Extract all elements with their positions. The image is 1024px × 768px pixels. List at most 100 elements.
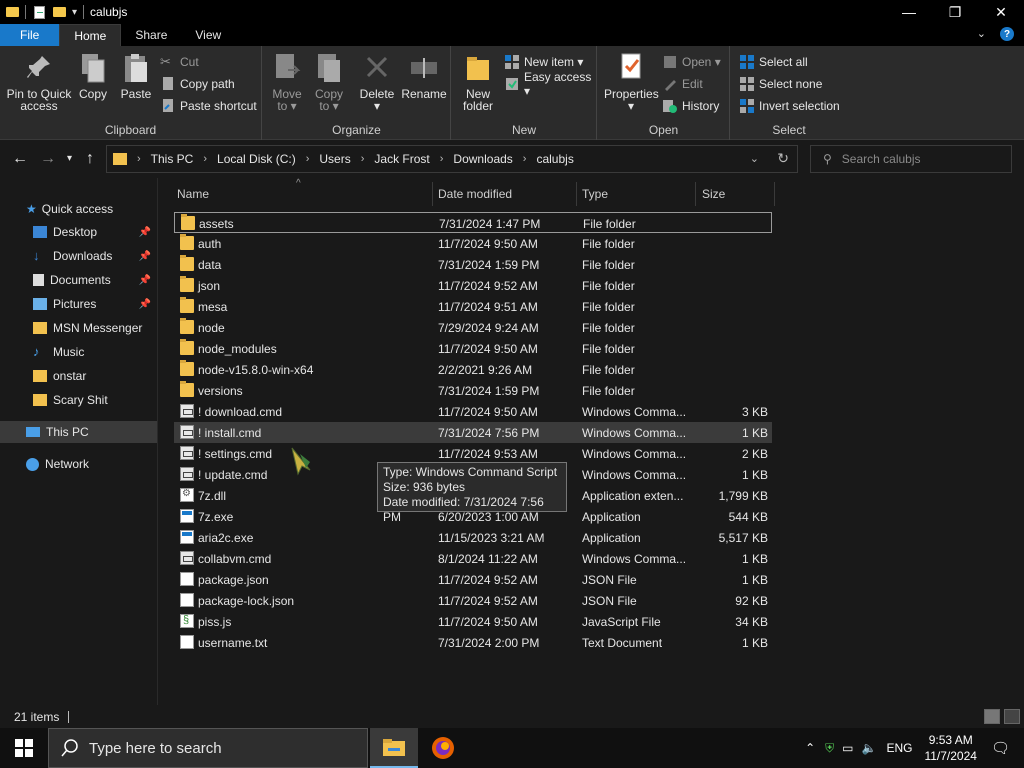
nav-item-desktop[interactable]: Desktop 📌 xyxy=(0,221,157,243)
table-row[interactable]: username.txt 7/31/2024 2:00 PM Text Docume… xyxy=(174,632,772,653)
edit-button[interactable]: Edit xyxy=(662,74,703,94)
table-row[interactable]: node 7/29/2024 9:24 AM File folder xyxy=(174,317,772,338)
show-hidden-icons-icon[interactable]: ⌃ xyxy=(805,741,815,755)
large-icons-view-button[interactable] xyxy=(1004,709,1020,724)
clock[interactable]: 9:53 AM 11/7/2024 xyxy=(924,732,977,764)
column-header-date[interactable]: Date modified xyxy=(438,178,576,210)
nav-item-downloads[interactable]: ↓ Downloads 📌 xyxy=(0,245,157,267)
table-row[interactable]: versions 7/31/2024 1:59 PM File folder xyxy=(174,380,772,401)
paste-button[interactable]: Paste xyxy=(118,52,154,100)
firefox-taskbar-button[interactable] xyxy=(419,728,467,768)
language-indicator[interactable]: ENG xyxy=(886,741,912,755)
table-row[interactable]: auth 11/7/2024 9:50 AM File folder xyxy=(174,233,772,254)
table-row[interactable]: aria2c.exe 11/15/2023 3:21 AM Application 5… xyxy=(174,527,772,548)
recent-locations-icon[interactable]: ▾ xyxy=(67,153,72,164)
tab-file[interactable]: File xyxy=(0,24,60,46)
column-header-type[interactable]: Type xyxy=(582,178,694,210)
search-input[interactable]: Search calubjs xyxy=(842,152,921,166)
nav-item-pictures[interactable]: Pictures 📌 xyxy=(0,293,157,315)
nav-item-music[interactable]: ♪ Music xyxy=(0,341,157,363)
table-row[interactable]: node-v15.8.0-win-x64 2/2/2021 9:26 AM File… xyxy=(174,359,772,380)
address-dropdown-icon[interactable]: ⌄ xyxy=(750,152,759,165)
breadcrumb-users[interactable]: Users xyxy=(319,152,350,166)
nav-quick-access[interactable]: ★ Quick access xyxy=(0,198,157,220)
table-row[interactable]: json 11/7/2024 9:52 AM File folder xyxy=(174,275,772,296)
refresh-icon[interactable]: ↻ xyxy=(777,150,789,167)
breadcrumb-this-pc[interactable]: This PC xyxy=(151,152,194,166)
new-item-button[interactable]: New item ▾ xyxy=(504,52,583,72)
network-tray-icon[interactable]: ▭ xyxy=(842,741,853,755)
notifications-icon[interactable]: 🗨 xyxy=(991,739,1010,757)
open-button[interactable]: Open ▾ xyxy=(662,52,721,72)
close-button[interactable]: ✕ xyxy=(978,0,1024,24)
tab-share[interactable]: Share xyxy=(121,24,181,46)
properties-button[interactable]: Properties ▾ xyxy=(604,52,659,112)
easy-access-button[interactable]: Easy access ▾ xyxy=(504,70,596,98)
nav-item-onstar[interactable]: onstar xyxy=(0,365,157,387)
pin-to-quick-access-button[interactable]: Pin to Quick access xyxy=(6,52,72,112)
paste-shortcut-button[interactable]: Paste shortcut xyxy=(160,96,257,116)
security-icon[interactable]: ⛨ xyxy=(825,741,834,756)
table-row[interactable]: ! install.cmd 7/31/2024 7:56 PM Windows Co… xyxy=(174,422,772,443)
details-view-button[interactable] xyxy=(984,709,1000,724)
breadcrumb-local-disk[interactable]: Local Disk (C:) xyxy=(217,152,296,166)
nav-item-scary-shit[interactable]: Scary Shit xyxy=(0,389,157,411)
chevron-down-icon[interactable]: ⌄ xyxy=(977,27,986,41)
chevron-right-icon[interactable]: › xyxy=(203,153,207,165)
help-icon[interactable]: ? xyxy=(1000,27,1014,41)
chevron-right-icon[interactable]: › xyxy=(361,153,365,165)
table-row[interactable]: package.json 11/7/2024 9:52 AM JSON File 1 … xyxy=(174,569,772,590)
cut-button[interactable]: ✂ Cut xyxy=(160,52,199,72)
column-header-name[interactable]: Name xyxy=(177,178,432,210)
customize-quick-access-icon[interactable]: ▾ xyxy=(72,7,77,18)
minimize-button[interactable]: — xyxy=(886,0,932,24)
breadcrumb-calubjs[interactable]: calubjs xyxy=(536,152,573,166)
nav-network[interactable]: Network xyxy=(0,453,157,475)
tab-view[interactable]: View xyxy=(181,24,235,46)
table-row[interactable]: mesa 11/7/2024 9:51 AM File folder xyxy=(174,296,772,317)
pin-icon[interactable]: 📌 xyxy=(139,251,151,262)
properties-quick-icon[interactable] xyxy=(34,5,45,19)
chevron-right-icon[interactable]: › xyxy=(306,153,310,165)
copy-path-button[interactable]: Copy path xyxy=(160,74,235,94)
forward-arrow-icon[interactable]: → xyxy=(40,150,56,168)
column-divider[interactable] xyxy=(576,182,577,206)
breadcrumb-downloads[interactable]: Downloads xyxy=(453,152,512,166)
column-divider[interactable] xyxy=(432,182,433,206)
copy-to-button[interactable]: Copy to ▾ xyxy=(311,52,347,112)
table-row[interactable]: ! settings.cmd 11/7/2024 9:53 AM Windows C… xyxy=(174,443,772,464)
table-row[interactable]: package-lock.json 11/7/2024 9:52 AM JSON F… xyxy=(174,590,772,611)
pin-icon[interactable]: 📌 xyxy=(139,299,151,310)
nav-this-pc[interactable]: This PC xyxy=(0,421,157,443)
taskbar-search-input[interactable]: Type here to search xyxy=(89,740,222,757)
new-folder-quick-icon[interactable] xyxy=(53,7,66,17)
nav-item-msn-messenger[interactable]: MSN Messenger xyxy=(0,317,157,339)
history-button[interactable]: History xyxy=(662,96,719,116)
back-arrow-icon[interactable]: ← xyxy=(12,150,28,168)
taskbar-search[interactable]: Type here to search xyxy=(48,728,368,768)
nav-item-documents[interactable]: Documents 📌 xyxy=(0,269,157,291)
address-bar[interactable]: › This PC › Local Disk (C:) › Users › Ja… xyxy=(106,145,798,173)
column-divider[interactable] xyxy=(774,182,775,206)
select-all-button[interactable]: Select all xyxy=(739,52,808,72)
select-none-button[interactable]: Select none xyxy=(739,74,822,94)
table-row[interactable]: node_modules 11/7/2024 9:50 AM File folder xyxy=(174,338,772,359)
tab-home[interactable]: Home xyxy=(59,24,122,46)
file-explorer-taskbar-button[interactable] xyxy=(370,728,418,768)
column-header-size[interactable]: Size xyxy=(702,178,772,210)
table-row[interactable]: piss.js 11/7/2024 9:50 AM JavaScript File 3… xyxy=(174,611,772,632)
chevron-right-icon[interactable]: › xyxy=(440,153,444,165)
chevron-right-icon[interactable]: › xyxy=(523,153,527,165)
invert-selection-button[interactable]: Invert selection xyxy=(739,96,840,116)
up-arrow-icon[interactable]: ↑ xyxy=(86,150,94,168)
start-button[interactable] xyxy=(0,728,48,768)
column-divider[interactable] xyxy=(695,182,696,206)
delete-button[interactable]: Delete ▾ xyxy=(357,52,397,112)
table-row[interactable]: data 7/31/2024 1:59 PM File folder xyxy=(174,254,772,275)
pin-icon[interactable]: 📌 xyxy=(139,227,151,238)
search-box[interactable]: ⚲ Search calubjs xyxy=(810,145,1012,173)
maximize-button[interactable]: ❐ xyxy=(932,0,978,24)
table-row[interactable]: ! download.cmd 11/7/2024 9:50 AM Windows C… xyxy=(174,401,772,422)
new-folder-button[interactable]: New folder xyxy=(458,52,498,112)
table-row[interactable]: assets 7/31/2024 1:47 PM File folder xyxy=(174,212,772,233)
